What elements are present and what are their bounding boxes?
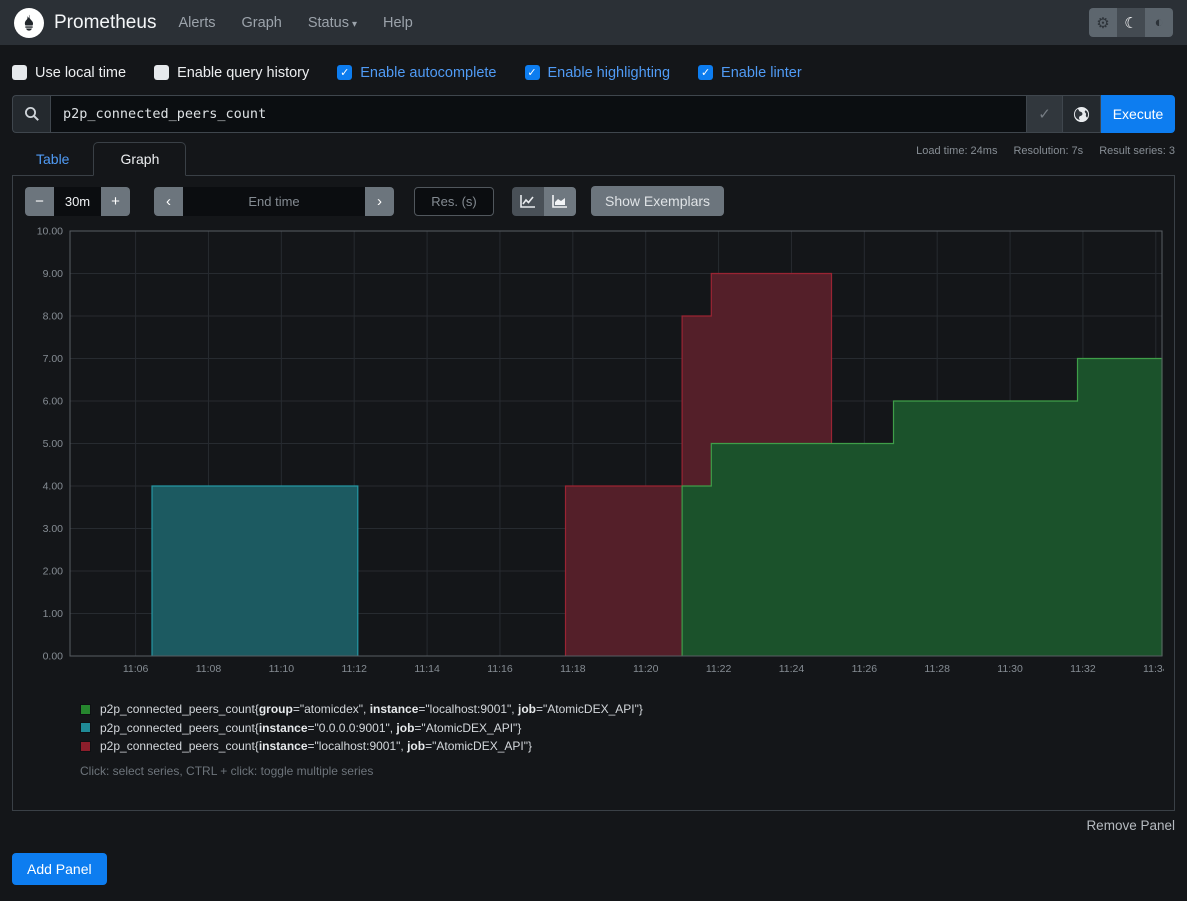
- svg-text:11:14: 11:14: [414, 663, 440, 675]
- checkbox-icon[interactable]: [12, 65, 27, 80]
- increase-range-button[interactable]: +: [101, 187, 130, 216]
- brand[interactable]: Prometheus: [14, 8, 156, 38]
- graph-controls: − + ‹ ›: [25, 186, 1162, 216]
- option-label: Enable highlighting: [548, 65, 671, 81]
- series-label: p2p_connected_peers_count{instance="loca…: [100, 739, 532, 753]
- tab-graph[interactable]: Graph: [93, 142, 186, 176]
- legend-series-row[interactable]: p2p_connected_peers_count{instance="0.0.…: [80, 719, 1162, 738]
- stat-result-series: Result series: 3: [1099, 145, 1175, 157]
- option-enable-query-history[interactable]: Enable query history: [154, 65, 309, 81]
- end-time-input[interactable]: [183, 187, 365, 216]
- settings-gear-icon[interactable]: ⚙: [1089, 8, 1117, 37]
- svg-text:11:30: 11:30: [997, 663, 1023, 675]
- line-chart-icon[interactable]: [512, 187, 544, 216]
- search-icon: [12, 95, 50, 133]
- svg-text:4.00: 4.00: [43, 481, 64, 493]
- app-title: Prometheus: [54, 12, 156, 34]
- legend-series-row[interactable]: p2p_connected_peers_count{instance="loca…: [80, 737, 1162, 756]
- svg-text:8.00: 8.00: [43, 311, 64, 323]
- metrics-explorer-globe-icon[interactable]: [1063, 95, 1101, 133]
- option-enable-autocomplete[interactable]: ✓ Enable autocomplete: [337, 65, 496, 81]
- decrease-range-button[interactable]: −: [25, 187, 54, 216]
- legend-series-row[interactable]: p2p_connected_peers_count{group="atomicd…: [80, 700, 1162, 719]
- svg-text:10.00: 10.00: [37, 226, 63, 238]
- svg-text:11:34: 11:34: [1143, 663, 1164, 675]
- svg-text:5.00: 5.00: [43, 438, 64, 450]
- option-enable-highlighting[interactable]: ✓ Enable highlighting: [525, 65, 671, 81]
- nav-graph[interactable]: Graph: [242, 15, 282, 31]
- svg-text:11:22: 11:22: [706, 663, 732, 675]
- resolution-input[interactable]: [414, 187, 494, 216]
- option-label: Enable autocomplete: [360, 65, 496, 81]
- svg-text:2.00: 2.00: [43, 566, 64, 578]
- auto-theme-contrast-icon[interactable]: ◐: [1145, 8, 1173, 37]
- nav-links: Alerts Graph Status▾ Help: [178, 15, 412, 31]
- option-enable-linter[interactable]: ✓ Enable linter: [698, 65, 802, 81]
- option-label: Enable query history: [177, 65, 309, 81]
- end-time-group: ‹ ›: [154, 187, 394, 216]
- checkbox-checked-icon[interactable]: ✓: [525, 65, 540, 80]
- svg-text:0.00: 0.00: [43, 651, 64, 663]
- dark-theme-moon-icon[interactable]: ☾: [1117, 8, 1145, 37]
- series-color-swatch-icon: [80, 722, 91, 733]
- show-exemplars-button[interactable]: Show Exemplars: [591, 186, 724, 216]
- chevron-down-icon: ▾: [352, 19, 357, 30]
- svg-text:6.00: 6.00: [43, 396, 64, 408]
- stat-load-time: Load time: 24ms: [916, 145, 997, 157]
- svg-text:11:32: 11:32: [1070, 663, 1096, 675]
- graph-type-toggle: [512, 187, 576, 216]
- tabs-row: Table Graph Load time: 24ms Resolution: …: [12, 142, 1175, 176]
- query-expression-input[interactable]: [50, 95, 1027, 133]
- option-label: Enable linter: [721, 65, 802, 81]
- query-valid-check-icon: ✓: [1027, 95, 1063, 133]
- svg-text:11:26: 11:26: [852, 663, 878, 675]
- svg-text:11:16: 11:16: [487, 663, 513, 675]
- legend-hint: Click: select series, CTRL + click: togg…: [80, 764, 1162, 778]
- execute-button[interactable]: Execute: [1101, 95, 1175, 133]
- graph-panel: − + ‹ ›: [12, 176, 1175, 811]
- stacked-chart-icon[interactable]: [544, 187, 576, 216]
- svg-text:11:12: 11:12: [341, 663, 367, 675]
- svg-text:9.00: 9.00: [43, 268, 64, 280]
- time-forward-chevron-button[interactable]: ›: [365, 187, 394, 216]
- nav-alerts[interactable]: Alerts: [178, 15, 215, 31]
- chart-legend: p2p_connected_peers_count{group="atomicd…: [80, 700, 1162, 756]
- checkbox-icon[interactable]: [154, 65, 169, 80]
- svg-text:11:28: 11:28: [924, 663, 950, 675]
- svg-text:11:10: 11:10: [269, 663, 295, 675]
- svg-text:11:24: 11:24: [779, 663, 805, 675]
- nav-help[interactable]: Help: [383, 15, 413, 31]
- chart-area[interactable]: 0.00 1.00 2.00 3.00 4.00 5.00 6.00 7.00 8.00 9.00…: [25, 225, 1162, 680]
- svg-text:11:18: 11:18: [560, 663, 586, 675]
- series-label: p2p_connected_peers_count{group="atomicd…: [100, 702, 643, 716]
- series-color-swatch-icon: [80, 741, 91, 752]
- option-label: Use local time: [35, 65, 126, 81]
- checkbox-checked-icon[interactable]: ✓: [337, 65, 352, 80]
- option-use-local-time[interactable]: Use local time: [12, 65, 126, 81]
- svg-text:7.00: 7.00: [43, 353, 64, 365]
- timeseries-chart: 0.00 1.00 2.00 3.00 4.00 5.00 6.00 7.00 8.00 9.00…: [25, 225, 1164, 677]
- prometheus-logo-icon: [14, 8, 44, 38]
- svg-text:11:06: 11:06: [123, 663, 149, 675]
- range-input[interactable]: [54, 187, 101, 216]
- series-color-swatch-icon: [80, 704, 91, 715]
- options-row: Use local time Enable query history ✓ Enabl…: [12, 60, 1175, 85]
- theme-toggle-group: ⚙ ☾ ◐: [1089, 8, 1173, 37]
- query-stats: Load time: 24ms Resolution: 7s Result se…: [916, 145, 1175, 175]
- tab-table[interactable]: Table: [12, 143, 93, 175]
- add-panel-button[interactable]: Add Panel: [12, 853, 107, 885]
- nav-status-dropdown[interactable]: Status▾: [308, 15, 357, 31]
- svg-text:1.00: 1.00: [43, 608, 64, 620]
- remove-panel-link[interactable]: Remove Panel: [1086, 818, 1175, 833]
- time-back-chevron-button[interactable]: ‹: [154, 187, 183, 216]
- checkbox-checked-icon[interactable]: ✓: [698, 65, 713, 80]
- series-label: p2p_connected_peers_count{instance="0.0.…: [100, 721, 521, 735]
- svg-text:11:20: 11:20: [633, 663, 659, 675]
- svg-text:3.00: 3.00: [43, 523, 64, 535]
- range-input-group: − +: [25, 187, 130, 216]
- stat-resolution: Resolution: 7s: [1013, 145, 1083, 157]
- navbar: Prometheus Alerts Graph Status▾ Help ⚙ ☾…: [0, 0, 1187, 45]
- query-bar: ✓ Execute: [12, 95, 1175, 133]
- svg-text:11:08: 11:08: [196, 663, 222, 675]
